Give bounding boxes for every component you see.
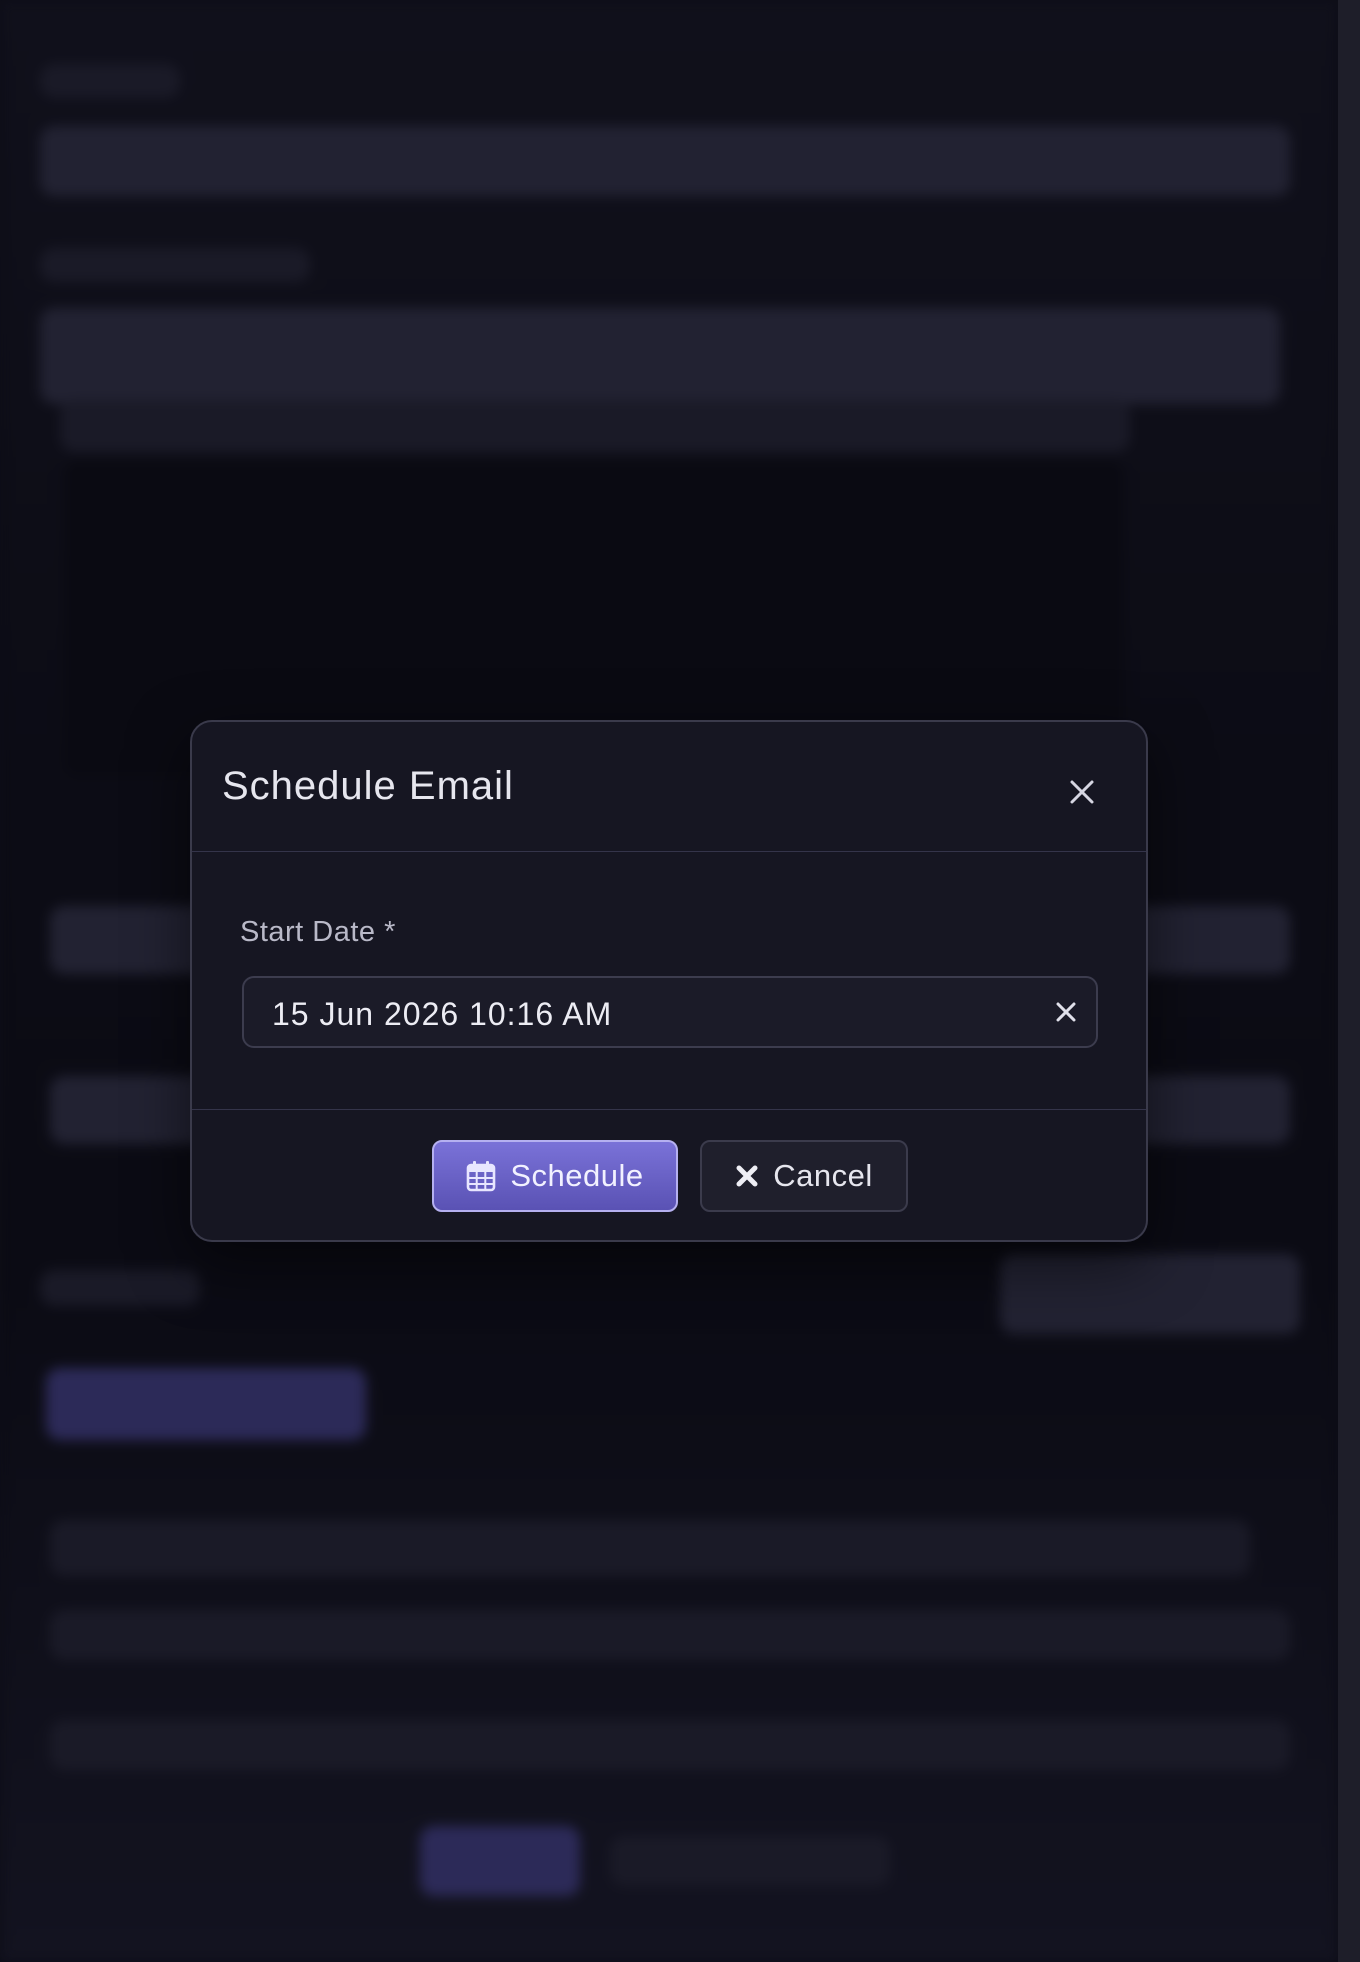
bg-subject-field-blur — [40, 126, 1290, 196]
start-date-field[interactable]: 15 Jun 2026 10:16 AM — [242, 976, 1098, 1048]
dialog-footer: Schedule Cancel — [192, 1110, 1146, 1240]
bg-table-header-blur — [50, 1520, 1250, 1576]
dialog-body: Start Date * 15 Jun 2026 10:16 AM — [192, 852, 1146, 1110]
schedule-email-dialog: Schedule Email Start Date * 15 Jun 2026 … — [190, 720, 1148, 1242]
schedule-button-label: Schedule — [510, 1158, 644, 1193]
bg-pagination-blur — [420, 1826, 580, 1896]
clear-icon — [1056, 1002, 1076, 1022]
close-button[interactable] — [1064, 774, 1100, 810]
bg-pagination-info-blur — [610, 1836, 890, 1886]
clear-date-button[interactable] — [1052, 998, 1080, 1026]
bg-button-blur — [1000, 1254, 1300, 1334]
bg-label-blur — [40, 248, 310, 282]
bg-heading-blur — [40, 1270, 200, 1306]
bg-table-row-blur — [50, 1720, 1290, 1770]
cancel-button[interactable]: Cancel — [700, 1140, 908, 1212]
dialog-title: Schedule Email — [222, 764, 514, 808]
start-date-label: Start Date * — [240, 916, 396, 948]
bg-editor-toolbar-blur — [40, 308, 1280, 404]
bg-label-blur — [40, 64, 180, 98]
schedule-button[interactable]: Schedule — [432, 1140, 678, 1212]
dialog-header: Schedule Email — [192, 722, 1146, 852]
bg-editor-line-blur — [60, 400, 1130, 452]
calendar-icon — [466, 1160, 496, 1192]
bg-primary-button-blur — [46, 1368, 366, 1440]
bg-table-row-blur — [50, 1610, 1290, 1660]
start-date-value: 15 Jun 2026 10:16 AM — [272, 996, 613, 1032]
close-icon — [1070, 780, 1094, 804]
x-mark-icon — [735, 1164, 759, 1188]
page-scrollbar[interactable] — [1338, 0, 1360, 1962]
cancel-button-label: Cancel — [773, 1158, 873, 1193]
